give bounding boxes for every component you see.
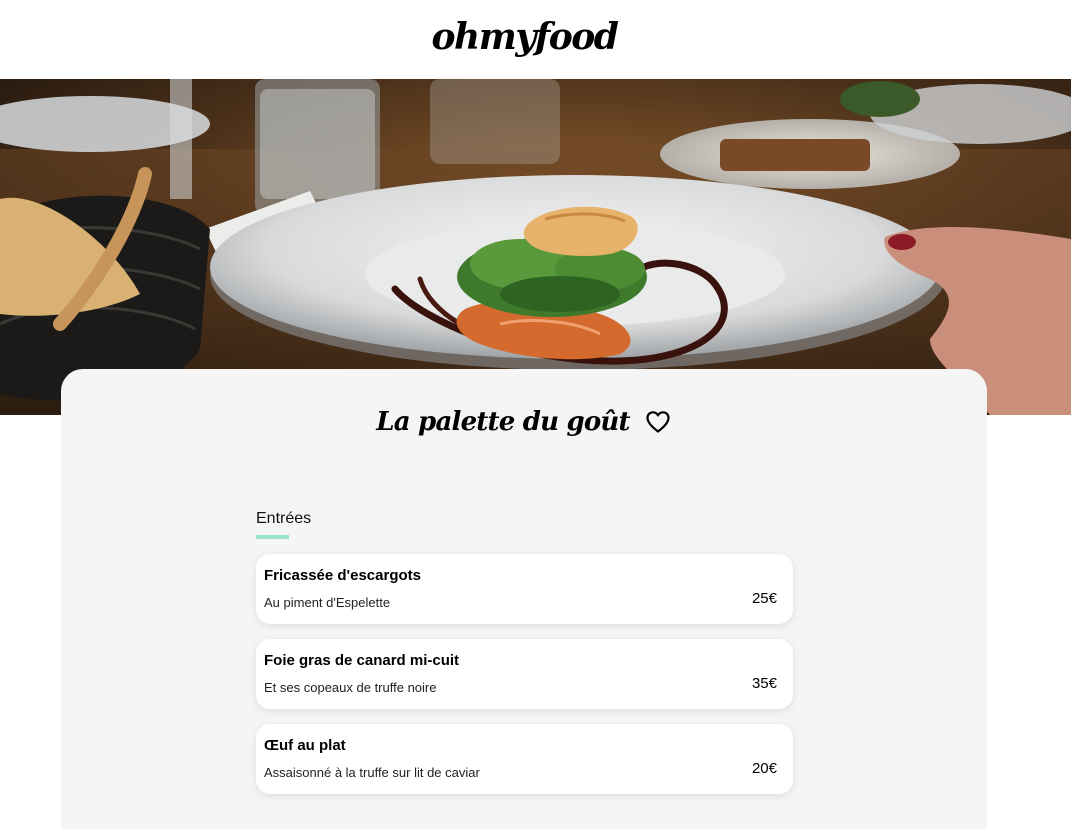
section-underline (256, 535, 289, 539)
section-title: Entrées (256, 510, 312, 527)
dish-card[interactable]: Fricassée d'escargots Au piment d'Espele… (256, 554, 793, 624)
restaurant-name: La palette du goût (376, 407, 630, 437)
dish-card[interactable]: Œuf au plat Assaisonné à la truffe sur l… (256, 724, 793, 794)
dish-price: 20€ (751, 760, 777, 777)
dish-description: Et ses copeaux de truffe noire (264, 680, 437, 695)
dish-price: 25€ (751, 590, 777, 607)
dish-card[interactable]: Foie gras de canard mi-cuit Et ses copea… (256, 639, 793, 709)
dish-price: 35€ (751, 675, 777, 692)
dish-description: Au piment d'Espelette (264, 595, 391, 610)
food-photo-illustration (0, 79, 1071, 415)
restaurant-card: La palette du goût Entrées Fricassée d'e… (61, 369, 987, 829)
hero-image (0, 79, 1071, 415)
menu-section-entrees: Entrées Fricassée d'escargots Au piment … (256, 509, 793, 794)
dish-description: Assaisonné à la truffe sur lit de caviar (264, 765, 480, 780)
dish-name: Œuf au plat (264, 737, 346, 754)
restaurant-title-row: La palette du goût (61, 407, 987, 437)
site-header: ohmyfood (0, 0, 1071, 79)
ohmyfood-logo[interactable]: ohmyfood (432, 16, 619, 58)
dish-name: Fricassée d'escargots (264, 567, 421, 584)
heart-outline-icon[interactable] (644, 409, 672, 435)
dish-name: Foie gras de canard mi-cuit (264, 652, 460, 669)
